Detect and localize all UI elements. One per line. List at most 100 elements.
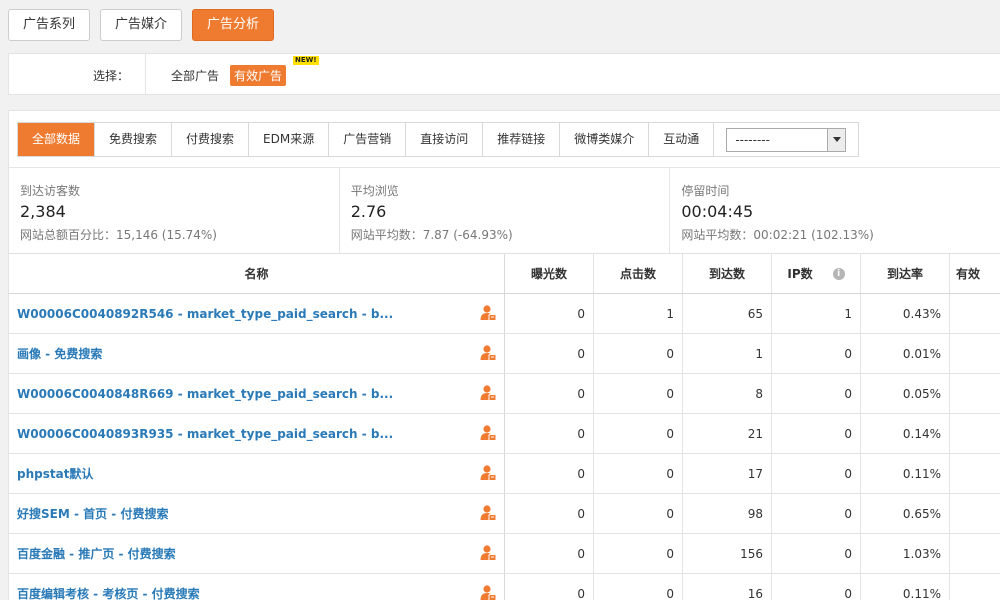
table-row: 好搜SEM - 首页 - 付费搜索 0 0 98 0 0.65%: [9, 494, 1000, 534]
stat-visitors: 到达访客数 2,384 网站总额百分比：15,146 (15.74%): [9, 168, 340, 253]
stat-dwell-time: 停留时间 00:04:45 网站平均数：00:02:21 (102.13%): [670, 168, 1000, 253]
source-tab-referral[interactable]: 推荐链接: [483, 123, 561, 156]
stat-label: 停留时间: [681, 184, 730, 198]
row-name-link[interactable]: 好搜SEM - 首页 - 付费搜索: [17, 505, 168, 522]
source-tab-direct[interactable]: 直接访问: [406, 123, 484, 156]
cell-name: W00006C0040892R546 - market_type_paid_se…: [9, 294, 505, 333]
cell-impressions: 0: [505, 494, 594, 533]
cell-clicks: 0: [594, 414, 683, 453]
cell-valid: [950, 374, 1000, 413]
col-header-ip[interactable]: IP数 i: [772, 254, 861, 293]
info-icon[interactable]: i: [832, 267, 845, 280]
filter-valid-ads[interactable]: 有效广告: [230, 65, 287, 86]
stat-avg-views: 平均浏览 2.76 网站平均数：7.87 (-64.93%): [340, 168, 671, 253]
cell-valid: [950, 334, 1000, 373]
col-header-ip-label: IP数: [787, 267, 813, 281]
col-header-arrival-rate[interactable]: 到达率: [861, 254, 950, 293]
source-select[interactable]: --------: [726, 127, 847, 152]
table-row: 百度编辑考核 - 考核页 - 付费搜索 0 0 16 0 0.11%: [9, 574, 1000, 600]
tab-ad-media[interactable]: 广告媒介: [100, 9, 183, 41]
row-name-link[interactable]: 百度编辑考核 - 考核页 - 付费搜索: [17, 585, 200, 600]
main-panel: 全部数据 免费搜索 付费搜索 EDM来源 广告营销 直接访问 推荐链接 微博类媒…: [8, 110, 1000, 600]
cell-ip: 0: [772, 534, 861, 573]
cell-ip: 0: [772, 374, 861, 413]
table-row: W00006C0040893R935 - market_type_paid_se…: [9, 414, 1000, 454]
cell-impressions: 0: [505, 574, 594, 600]
table-body: W00006C0040892R546 - market_type_paid_se…: [9, 294, 1000, 600]
source-select-value: --------: [735, 132, 770, 147]
divider: [145, 54, 146, 94]
source-tab-all[interactable]: 全部数据: [18, 123, 96, 156]
person-icon[interactable]: [479, 344, 497, 362]
table-row: W00006C0040892R546 - market_type_paid_se…: [9, 294, 1000, 334]
source-select-wrap: --------: [714, 123, 859, 156]
person-icon[interactable]: [479, 304, 497, 322]
col-header-valid[interactable]: 有效: [950, 254, 1000, 293]
cell-name: 好搜SEM - 首页 - 付费搜索: [9, 494, 505, 533]
col-header-impressions[interactable]: 曝光数: [505, 254, 594, 293]
person-icon[interactable]: [479, 584, 497, 600]
person-icon[interactable]: [479, 504, 497, 522]
cell-arrival-rate: 0.05%: [861, 374, 950, 413]
cell-impressions: 0: [505, 414, 594, 453]
row-name-link[interactable]: 画像 - 免费搜索: [17, 345, 102, 362]
cell-clicks: 1: [594, 294, 683, 333]
cell-valid: [950, 294, 1000, 333]
person-icon[interactable]: [479, 544, 497, 562]
source-tab-paid-search[interactable]: 付费搜索: [172, 123, 250, 156]
cell-ip: 0: [772, 574, 861, 600]
cell-impressions: 0: [505, 454, 594, 493]
source-tab-hudongtong[interactable]: 互动通: [649, 123, 715, 156]
stat-sub: 网站总额百分比：15,146 (15.74%): [20, 228, 217, 242]
cell-name: 百度编辑考核 - 考核页 - 付费搜索: [9, 574, 505, 600]
row-name-link[interactable]: W00006C0040892R546 - market_type_paid_se…: [17, 307, 393, 321]
cell-arrivals: 17: [683, 454, 772, 493]
row-name-link[interactable]: 百度金融 - 推广页 - 付费搜索: [17, 545, 176, 562]
cell-name: phpstat默认: [9, 454, 505, 493]
cell-impressions: 0: [505, 534, 594, 573]
col-header-arrivals[interactable]: 到达数: [683, 254, 772, 293]
table-row: W00006C0040848R669 - market_type_paid_se…: [9, 374, 1000, 414]
cell-name: 百度金融 - 推广页 - 付费搜索: [9, 534, 505, 573]
stat-value: 00:04:45: [681, 202, 754, 221]
col-header-clicks[interactable]: 点击数: [594, 254, 683, 293]
tab-ad-series[interactable]: 广告系列: [8, 9, 91, 41]
cell-ip: 0: [772, 334, 861, 373]
cell-name: 画像 - 免费搜索: [9, 334, 505, 373]
row-name-link[interactable]: phpstat默认: [17, 465, 93, 482]
top-tabs: 广告系列 广告媒介 广告分析: [8, 9, 275, 41]
row-name-link[interactable]: W00006C0040848R669 - market_type_paid_se…: [17, 387, 393, 401]
cell-valid: [950, 574, 1000, 600]
person-icon[interactable]: [479, 384, 497, 402]
cell-arrivals: 65: [683, 294, 772, 333]
cell-name: W00006C0040848R669 - market_type_paid_se…: [9, 374, 505, 413]
stats-row: 到达访客数 2,384 网站总额百分比：15,146 (15.74%) 平均浏览…: [9, 167, 1000, 254]
stat-label: 到达访客数: [20, 184, 81, 198]
chevron-down-icon[interactable]: [827, 128, 846, 151]
cell-clicks: 0: [594, 454, 683, 493]
source-tab-weibo-media[interactable]: 微博类媒介: [560, 123, 650, 156]
person-icon[interactable]: [479, 424, 497, 442]
cell-clicks: 0: [594, 574, 683, 600]
data-table: 名称 曝光数 点击数 到达数 IP数 i 到达率 有效 W00006C00408…: [9, 254, 1000, 600]
cell-impressions: 0: [505, 294, 594, 333]
stat-value: 2.76: [350, 202, 387, 221]
cell-clicks: 0: [594, 334, 683, 373]
filter-all-ads[interactable]: 全部广告: [171, 67, 219, 84]
cell-clicks: 0: [594, 494, 683, 533]
cell-valid: [950, 534, 1000, 573]
tab-ad-analysis[interactable]: 广告分析: [192, 9, 275, 41]
cell-arrivals: 8: [683, 374, 772, 413]
cell-arrival-rate: 0.14%: [861, 414, 950, 453]
row-name-link[interactable]: W00006C0040893R935 - market_type_paid_se…: [17, 427, 393, 441]
source-tab-edm[interactable]: EDM来源: [249, 123, 330, 156]
stat-value: 2,384: [20, 202, 66, 221]
stat-sub: 网站平均数：00:02:21 (102.13%): [681, 228, 874, 242]
table-row: phpstat默认 0 0 17 0 0.11%: [9, 454, 1000, 494]
cell-arrivals: 16: [683, 574, 772, 600]
source-tab-ad-marketing[interactable]: 广告营销: [329, 123, 407, 156]
col-header-name[interactable]: 名称: [9, 254, 505, 293]
source-tab-free-search[interactable]: 免费搜索: [95, 123, 173, 156]
person-icon[interactable]: [479, 464, 497, 482]
cell-arrival-rate: 0.01%: [861, 334, 950, 373]
